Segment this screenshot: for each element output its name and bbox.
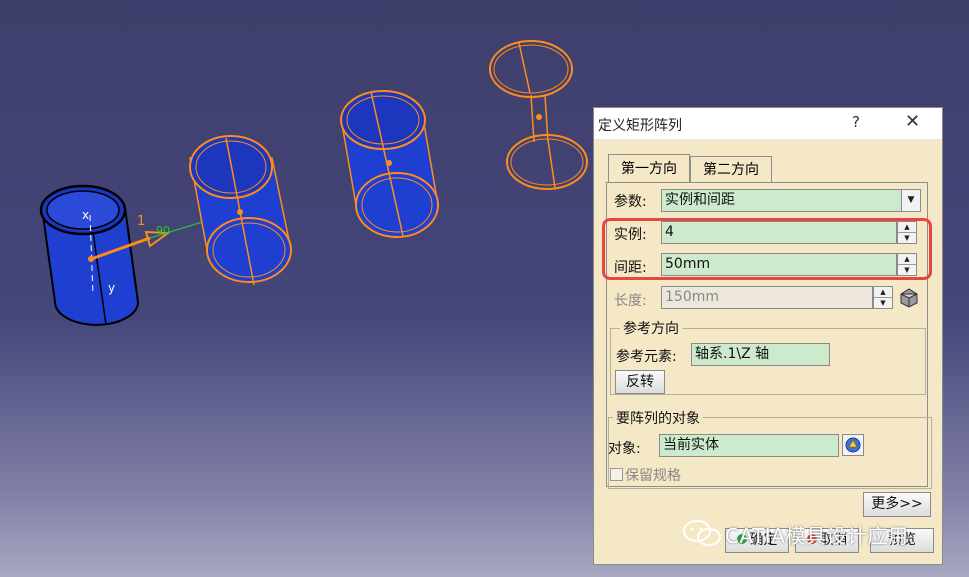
measure-icon (898, 286, 920, 308)
spacing-spinner[interactable]: ▲ ▼ (897, 253, 917, 276)
cylinder-instance-3[interactable] (340, 90, 439, 238)
instances-label: 实例: (614, 227, 647, 243)
cylinder-instance-2[interactable] (189, 135, 292, 286)
angle-label: 90 (156, 224, 170, 237)
spacing-label: 间距: (614, 260, 647, 276)
objects-legend: 要阵列的对象 (613, 408, 703, 428)
keep-spec-checkbox[interactable] (610, 468, 623, 481)
dialog-title: 定义矩形阵列 (598, 118, 682, 134)
objects-label: 对象: (608, 441, 641, 457)
instances-spinner[interactable]: ▲ ▼ (897, 221, 917, 244)
select-object-icon[interactable] (842, 434, 864, 456)
length-label: 长度: (614, 293, 647, 309)
watermark-text: CATIA模具设计应用 (725, 524, 909, 548)
instances-input[interactable]: 4 (661, 221, 897, 244)
wechat-icon (683, 520, 721, 546)
chevron-down-icon[interactable]: ▼ (901, 189, 921, 212)
axis-x-label: x (82, 208, 89, 222)
length-input: 150mm (661, 286, 873, 309)
tab-first-direction[interactable]: 第一方向 (608, 154, 690, 182)
dialog-titlebar[interactable]: 定义矩形阵列 ? ✕ (594, 108, 942, 140)
axis-y-label: y (108, 281, 115, 295)
reference-element-field[interactable]: 轴系.1\Z 轴 (691, 343, 830, 366)
keep-spec-label: 保留规格 (625, 468, 681, 484)
length-spinner: ▲ ▼ (873, 286, 893, 309)
reference-element-label: 参考元素: (616, 349, 677, 365)
cylinder-original[interactable] (39, 184, 140, 326)
tab-second-direction[interactable]: 第二方向 (690, 156, 772, 182)
more-button[interactable]: 更多>> (863, 492, 931, 517)
help-button[interactable]: ? (852, 113, 860, 131)
objects-field[interactable]: 当前实体 (659, 434, 839, 457)
reference-legend: 参考方向 (620, 318, 682, 338)
reverse-button[interactable]: 反转 (615, 370, 665, 394)
cylinder-instance-4[interactable] (489, 40, 588, 190)
rect-pattern-dialog: 定义矩形阵列 ? ✕ 第一方向 第二方向 参数: 实例和间距 ▼ 实例: 4 ▲… (593, 107, 943, 565)
spacing-input[interactable]: 50mm (661, 253, 897, 276)
close-icon[interactable]: ✕ (905, 111, 920, 132)
params-select[interactable]: 实例和间距 (661, 189, 903, 212)
dimension-label: 1 (137, 214, 145, 229)
params-label: 参数: (614, 194, 647, 210)
